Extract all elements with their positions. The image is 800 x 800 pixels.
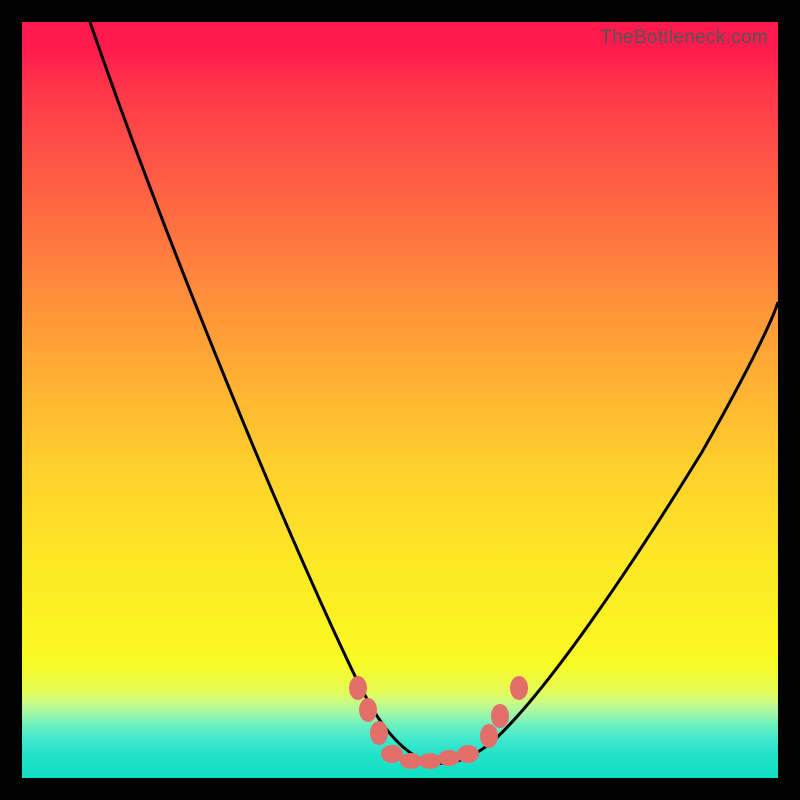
curve-markers <box>349 676 528 769</box>
bottleneck-curve-svg <box>22 22 778 778</box>
bottleneck-curve-path <box>90 22 778 763</box>
chart-frame: TheBottleneck.com <box>0 0 800 800</box>
chart-plot-area: TheBottleneck.com <box>22 22 778 778</box>
